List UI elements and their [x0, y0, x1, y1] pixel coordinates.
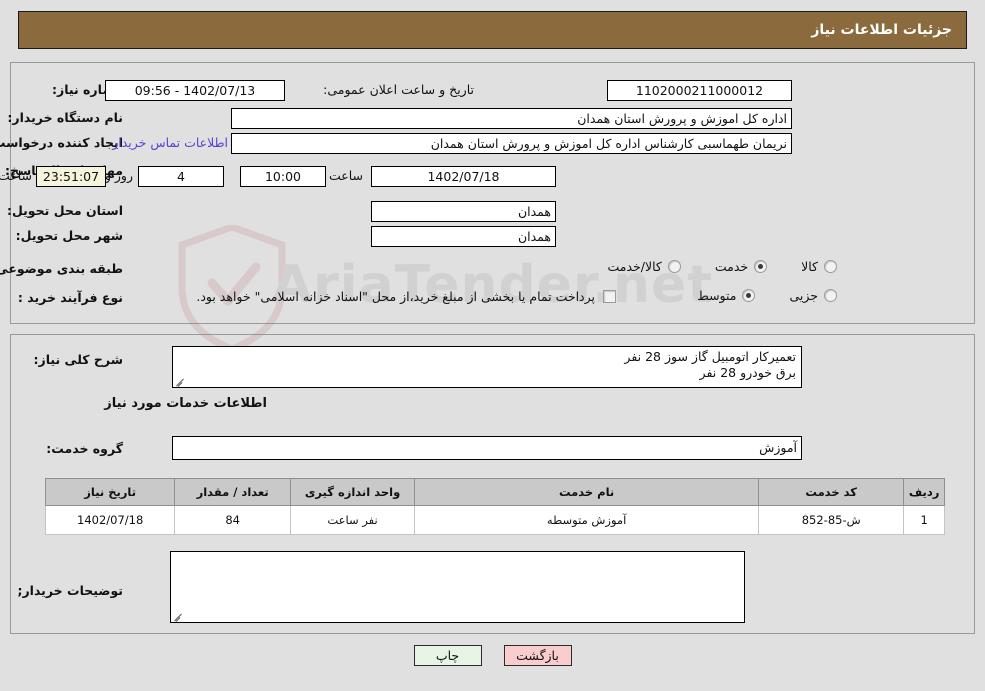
province-label: استان محل تحویل: — [6, 203, 123, 218]
treasury-note-row: پرداخت تمام یا بخشی از مبلغ خرید،از محل … — [196, 289, 616, 304]
requester-field[interactable]: نریمان طهماسبی کارشناس اداره کل اموزش و … — [231, 133, 792, 154]
need-description-textarea[interactable]: تعمیرکار اتومبیل گاز سوز 28 نفر برق خودر… — [172, 346, 802, 388]
cell-name: آموزش متوسطه — [414, 505, 760, 535]
purchase-type-option-motavaset-label: متوسط — [697, 288, 737, 303]
buyer-org-label-row: نام دستگاه خریدار: — [7, 110, 123, 125]
cell-radif: 1 — [903, 505, 945, 535]
buyer-org-field[interactable]: اداره کل اموزش و پرورش استان همدان — [231, 108, 792, 129]
days-word-row: روز و — [105, 168, 133, 183]
table-row: 1 ش-85-852 آموزش متوسطه نفر ساعت 84 1402… — [44, 505, 945, 535]
service-group-label-row: گروه خدمت: — [46, 441, 123, 456]
cell-unit: نفر ساعت — [289, 505, 416, 535]
table-col-radif: ردیف — [903, 478, 945, 506]
page-root: جزئیات اطلاعات نیاز AriaTender.net شماره… — [0, 0, 985, 691]
buyer-notes-label-row: توضیحات خریدار; — [17, 583, 123, 598]
classification-label: طبقه بندی موضوعی: — [0, 261, 123, 276]
days-remaining-field-row: 4 — [138, 166, 224, 187]
countdown-field-row: 23:51:07 — [36, 166, 106, 187]
province-field-row: همدان — [371, 201, 556, 222]
purchase-type-option-jozii-label: جزیی — [789, 288, 818, 303]
need-number-field[interactable]: 1102000211000012 — [607, 80, 792, 101]
classification-label-row: طبقه بندی موضوعی: — [0, 261, 123, 276]
purchase-type-option-jozii[interactable]: جزیی — [789, 288, 837, 303]
table-col-code: کد خدمت — [758, 478, 905, 506]
table-col-name: نام خدمت — [414, 478, 760, 506]
radio-motavaset[interactable] — [742, 289, 756, 302]
radio-kala[interactable] — [824, 260, 837, 273]
city-field-row: همدان — [371, 226, 556, 247]
service-group-field-row: آموزش — [172, 436, 802, 460]
resize-grip-icon[interactable] — [175, 376, 185, 386]
classification-option-kala-label: کالا — [801, 259, 818, 274]
public-announce-field-row: 1402/07/13 - 09:56 — [105, 80, 285, 101]
treasury-note-label: پرداخت تمام یا بخشی از مبلغ خرید،از محل … — [196, 289, 595, 304]
deadline-time-field-row: 10:00 — [240, 166, 326, 187]
buyer-org-label: نام دستگاه خریدار: — [7, 110, 123, 125]
cell-qty: 84 — [174, 505, 291, 535]
classification-option-khedmat-label: خدمت — [714, 259, 749, 274]
need-number-field-row: 1102000211000012 — [607, 80, 792, 101]
resize-grip-icon[interactable] — [173, 611, 183, 621]
service-group-label: گروه خدمت: — [46, 441, 123, 456]
city-label: شهر محل تحویل: — [15, 228, 123, 243]
purchase-type-label: نوع فرآیند خرید : — [17, 290, 123, 305]
need-info-panel — [10, 62, 975, 324]
buyer-contact-link[interactable]: اطلاعات تماس خریدار — [112, 135, 228, 150]
buyer-org-field-row: اداره کل اموزش و پرورش استان همدان — [231, 108, 792, 129]
province-field[interactable]: همدان — [371, 201, 556, 222]
purchase-type-options: جزیی متوسط — [697, 288, 837, 303]
footer-buttons: بازگشت چاپ — [0, 645, 985, 666]
back-button[interactable]: بازگشت — [503, 645, 572, 666]
buyer-notes-label: توضیحات خریدار; — [17, 583, 123, 598]
radio-khedmat[interactable] — [754, 260, 768, 273]
deadline-date-field[interactable]: 1402/07/18 — [371, 166, 556, 187]
days-remaining-field[interactable]: 4 — [138, 166, 224, 187]
province-label-row: استان محل تحویل: — [7, 203, 123, 218]
countdown-timer-field: 23:51:07 — [36, 166, 106, 187]
buyer-notes-textarea[interactable] — [170, 551, 745, 623]
print-button[interactable]: چاپ — [413, 645, 482, 666]
countdown-suffix-label: ساعت باقی مانده — [0, 168, 32, 183]
public-announce-label: تاریخ و ساعت اعلان عمومی: — [323, 82, 474, 97]
service-group-field[interactable]: آموزش — [172, 436, 802, 460]
classification-option-kala-khedmat-label: کالا/خدمت — [607, 259, 662, 274]
contact-link-row: اطلاعات تماس خریدار — [112, 135, 228, 150]
cell-date: 1402/07/18 — [44, 505, 176, 535]
days-word-label: روز و — [104, 168, 133, 183]
classification-option-kala[interactable]: کالا — [801, 259, 837, 274]
table-col-date: تاریخ نیاز — [44, 478, 176, 506]
requester-field-row: نریمان طهماسبی کارشناس اداره کل اموزش و … — [231, 133, 792, 154]
services-table: ردیف کد خدمت نام خدمت واحد اندازه گیری ت… — [44, 478, 945, 535]
table-col-qty: تعداد / مقدار — [174, 478, 291, 506]
hour-label-row: ساعت — [329, 168, 363, 183]
countdown-suffix-row: ساعت باقی مانده — [0, 168, 32, 183]
city-label-row: شهر محل تحویل: — [16, 228, 123, 243]
classification-options: کالا خدمت کالا/خدمت — [607, 259, 837, 274]
requester-label-row: ایجاد کننده درخواست: — [0, 135, 123, 150]
radio-kala-khedmat[interactable] — [667, 260, 681, 273]
page-header-bar: جزئیات اطلاعات نیاز — [18, 11, 967, 49]
classification-option-khedmat[interactable]: خدمت — [714, 259, 768, 274]
services-section-heading: اطلاعات خدمات مورد نیاز — [104, 396, 267, 411]
need-description-label: شرح کلی نیاز: — [33, 352, 123, 367]
city-field[interactable]: همدان — [371, 226, 556, 247]
deadline-date-field-row: 1402/07/18 — [371, 166, 556, 187]
purchase-type-option-motavaset[interactable]: متوسط — [697, 288, 756, 303]
treasury-checkbox[interactable] — [603, 290, 616, 303]
deadline-time-field[interactable]: 10:00 — [240, 166, 326, 187]
table-col-unit: واحد اندازه گیری — [289, 478, 416, 506]
radio-jozii[interactable] — [824, 289, 837, 302]
public-announce-label-row: تاریخ و ساعت اعلان عمومی: — [323, 82, 474, 97]
page-title: جزئیات اطلاعات نیاز — [811, 22, 952, 38]
cell-code: ش-85-852 — [758, 505, 905, 535]
deadline-hour-label: ساعت — [328, 168, 363, 183]
need-description-label-row: شرح کلی نیاز: — [34, 352, 123, 367]
classification-option-kala-khedmat[interactable]: کالا/خدمت — [607, 259, 681, 274]
table-header-row: ردیف کد خدمت نام خدمت واحد اندازه گیری ت… — [44, 478, 945, 506]
requester-label: ایجاد کننده درخواست: — [0, 135, 123, 150]
public-announce-field[interactable]: 1402/07/13 - 09:56 — [105, 80, 285, 101]
purchase-type-label-row: نوع فرآیند خرید : — [18, 290, 123, 305]
